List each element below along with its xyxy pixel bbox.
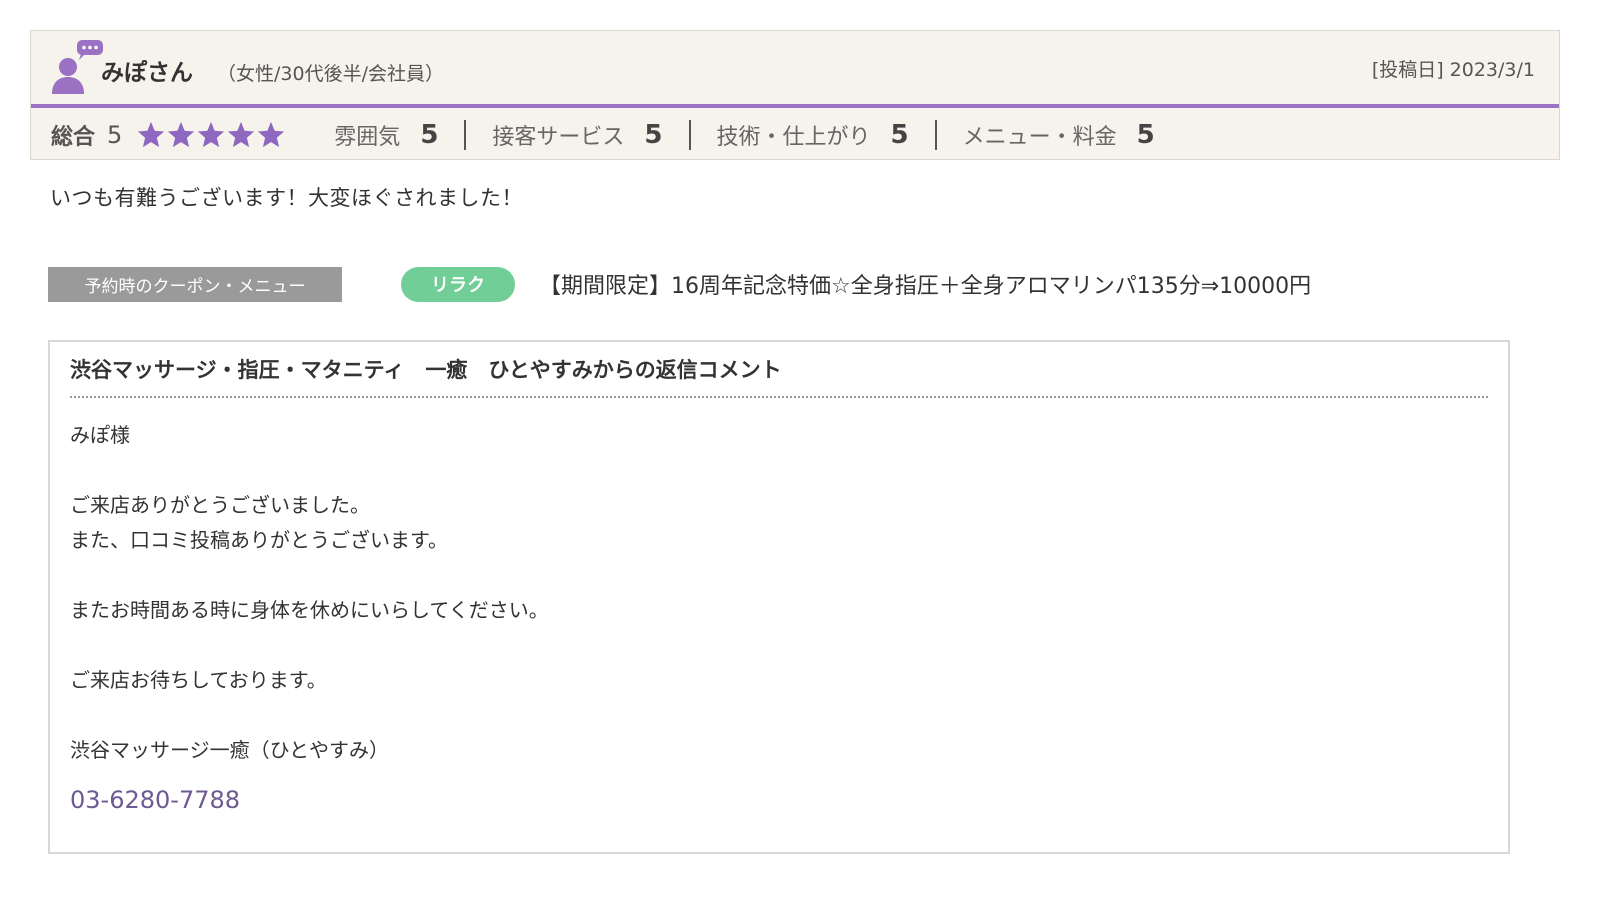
overall-label: 総合 bbox=[51, 124, 96, 150]
post-date-label: [投稿日] bbox=[1371, 59, 1444, 81]
rating-label: 接客サービス bbox=[492, 124, 625, 150]
rating-atmosphere: 雰囲気 5 bbox=[334, 119, 438, 151]
reply-phone-link[interactable]: 03-6280-7788 bbox=[70, 786, 1488, 814]
reply-line bbox=[70, 628, 1488, 663]
reply-line: またお時間ある時に身体を休めにいらしてください。 bbox=[70, 598, 549, 622]
star-icon bbox=[228, 121, 255, 147]
reply-line: 渋谷マッサージ一癒（ひとやすみ） bbox=[70, 738, 389, 762]
rating-technique: 技術・仕上がり 5 bbox=[717, 119, 909, 151]
rating-menu-price: メニュー・料金 5 bbox=[963, 119, 1155, 151]
star-icon bbox=[198, 121, 225, 147]
rating-service: 接客サービス 5 bbox=[492, 119, 662, 151]
coupon-row: 予約時のクーポン・メニュー リラク 【期間限定】16周年記念特価☆全身指圧＋全身… bbox=[48, 266, 1548, 302]
reply-line: ご来店お待ちしております。 bbox=[70, 668, 327, 692]
rating-label: 雰囲気 bbox=[334, 124, 401, 150]
star-icon bbox=[258, 121, 285, 147]
post-date-value: 2023/3/1 bbox=[1449, 59, 1535, 81]
rating-label: 技術・仕上がり bbox=[716, 124, 871, 150]
review-header-top: みぽさん （女性/30代後半/会社員） [投稿日] 2023/3/1 bbox=[31, 31, 1559, 108]
rating-label: メニュー・料金 bbox=[962, 124, 1117, 150]
rating-divider bbox=[464, 119, 467, 150]
reviewer-name: みぽさん bbox=[101, 60, 193, 86]
rating-value: 5 bbox=[644, 119, 663, 150]
reply-line bbox=[70, 453, 1488, 488]
ratings-bar: 総合 5 雰囲気 5 接客サービス 5 技術・仕上がり 5 メニュー・料金 5 bbox=[31, 108, 1559, 161]
rating-value: 5 bbox=[1136, 119, 1155, 150]
rating-value: 5 bbox=[890, 119, 909, 150]
coupon-category-tag: リラク bbox=[401, 266, 515, 302]
overall-score: 5 bbox=[107, 120, 123, 149]
reviewer-meta: （女性/30代後半/会社員） bbox=[217, 63, 444, 85]
rating-divider bbox=[688, 119, 691, 150]
review-header: みぽさん （女性/30代後半/会社員） [投稿日] 2023/3/1 総合 5 雰… bbox=[30, 30, 1560, 160]
category-ratings: 雰囲気 5 接客サービス 5 技術・仕上がり 5 メニュー・料金 5 bbox=[334, 119, 1155, 151]
reply-line: また、口コミ投稿ありがとうございます。 bbox=[70, 528, 448, 552]
reply-line bbox=[70, 558, 1488, 593]
reply-line: みぽ様 bbox=[70, 423, 130, 447]
rating-divider bbox=[934, 119, 937, 150]
review-text: いつも有難うございます！大変ほぐされました！ bbox=[50, 186, 523, 210]
shop-reply-box: 渋谷マッサージ・指圧・マタニティ 一癒 ひとやすみからの返信コメント みぽ様ご来… bbox=[48, 340, 1510, 854]
reply-title: 渋谷マッサージ・指圧・マタニティ 一癒 ひとやすみからの返信コメント bbox=[70, 354, 1488, 398]
reply-line: ご来店ありがとうございました。 bbox=[70, 493, 370, 517]
star-icon bbox=[138, 121, 165, 147]
star-icon bbox=[168, 121, 195, 147]
user-comment-icon bbox=[52, 40, 103, 94]
reply-line bbox=[70, 698, 1488, 733]
post-date: [投稿日] 2023/3/1 bbox=[1366, 55, 1535, 82]
coupon-text[interactable]: 【期間限定】16周年記念特価☆全身指圧＋全身アロマリンパ135分⇒10000円 bbox=[539, 268, 1311, 300]
rating-value: 5 bbox=[420, 119, 439, 150]
coupon-label: 予約時のクーポン・メニュー bbox=[48, 266, 342, 302]
star-rating bbox=[136, 120, 286, 150]
reply-content: みぽ様ご来店ありがとうございました。また、口コミ投稿ありがとうございます。またお… bbox=[70, 418, 1488, 768]
